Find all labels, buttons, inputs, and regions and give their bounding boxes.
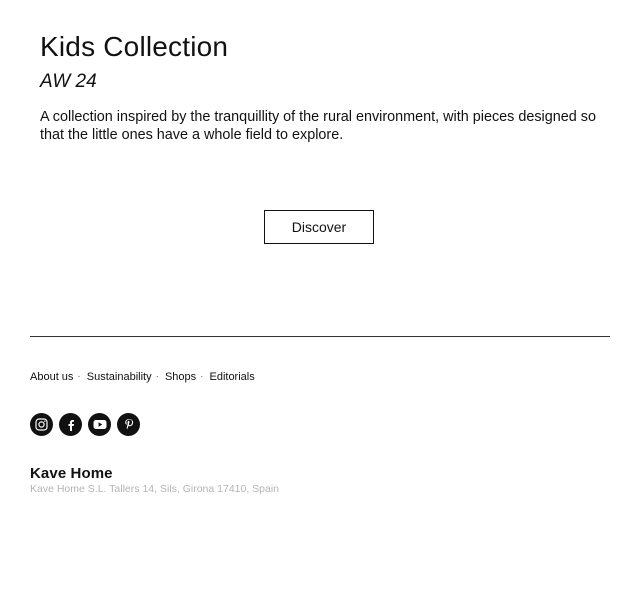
footer-link-editorials[interactable]: Editorials — [209, 370, 254, 384]
link-separator: · — [200, 371, 204, 382]
pinterest-icon[interactable] — [117, 413, 140, 436]
season-label: AW 24 — [40, 71, 97, 92]
collection-description: A collection inspired by the tranquillit… — [40, 109, 596, 143]
footer-link-about-us[interactable]: About us — [30, 370, 73, 384]
discover-button[interactable]: Discover — [264, 210, 374, 244]
footer-divider — [30, 336, 610, 337]
footer-link-shops[interactable]: Shops — [165, 370, 196, 384]
social-links — [30, 413, 140, 436]
hero-section: Kids Collection AW 24 A collection inspi… — [40, 30, 600, 144]
collection-title: Kids Collection — [40, 31, 229, 62]
link-separator: · — [155, 371, 159, 382]
company-address: Kave Home S.L. Tallers 14, Sils, Girona … — [30, 483, 280, 495]
youtube-icon[interactable] — [88, 413, 111, 436]
link-separator: · — [77, 371, 81, 382]
footer-link-sustainability[interactable]: Sustainability — [87, 370, 152, 384]
kave-home-logo[interactable]: Kave Home — [30, 465, 113, 483]
page: Kids Collection AW 24 A collection inspi… — [0, 0, 640, 600]
facebook-icon[interactable] — [59, 413, 82, 436]
instagram-icon[interactable] — [30, 413, 53, 436]
footer-links: About us · Sustainability · Shops · Edit… — [30, 370, 255, 384]
